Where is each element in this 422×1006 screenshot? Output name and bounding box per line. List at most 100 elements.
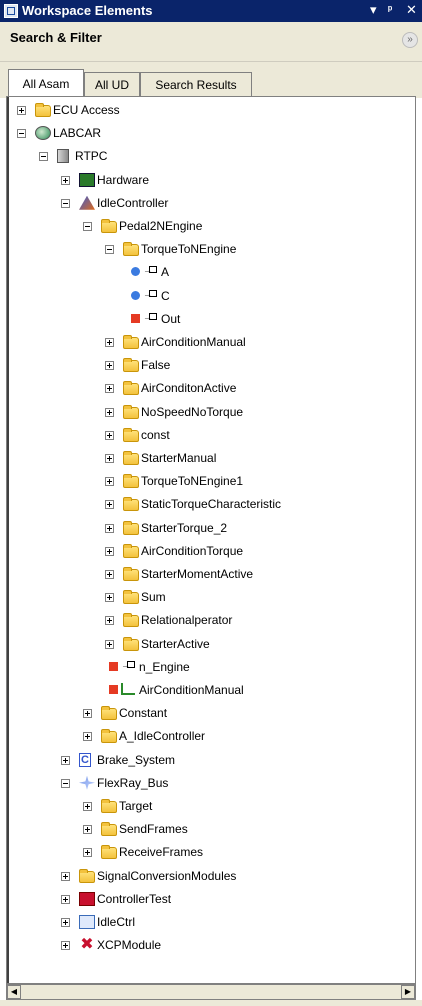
folder-icon	[123, 567, 139, 581]
output-port-icon	[109, 661, 118, 671]
expand-icon[interactable]	[105, 593, 114, 603]
close-icon[interactable]: ✕	[406, 2, 417, 18]
scroll-right-icon[interactable]: ▶	[401, 985, 415, 999]
folder-icon	[123, 520, 139, 535]
bottom-tab-strip	[0, 1000, 422, 1006]
xcp-icon: ✖	[80, 936, 94, 954]
signal-tree-icon	[121, 683, 135, 695]
tree-item-label: A	[161, 265, 170, 280]
tree-item-label: XCPModule	[97, 938, 162, 953]
collapse-icon[interactable]	[17, 129, 26, 139]
tree-item-label: StaticTorqueCharacteristic	[141, 497, 282, 512]
expand-icon[interactable]	[61, 175, 70, 185]
tree-item-label: Brake_System	[97, 752, 176, 767]
collapse-icon[interactable]	[39, 152, 48, 162]
expand-icon[interactable]	[105, 430, 114, 440]
dropdown-icon[interactable]: ▾	[370, 2, 377, 18]
folder-icon	[123, 590, 139, 605]
expand-icon[interactable]	[17, 106, 26, 115]
matlab-icon	[79, 195, 95, 210]
collapse-icon[interactable]	[61, 198, 70, 208]
tree-item-label: IdleController	[97, 195, 169, 210]
tree-item-label: SendFrames	[119, 822, 188, 837]
expand-icon[interactable]	[105, 616, 114, 626]
folder-icon	[123, 404, 139, 419]
hardware-icon	[79, 172, 95, 187]
port-arrow-icon	[143, 265, 157, 275]
search-filter-header[interactable]: Search & Filter »	[0, 22, 422, 62]
collapse-icon[interactable]	[61, 778, 70, 788]
folder-icon	[101, 729, 117, 744]
tab-all-ud[interactable]: All UD	[84, 72, 140, 96]
folder-icon	[79, 868, 95, 883]
tree-item-label: AirConditionManual	[141, 335, 246, 349]
tree-item-label: Relationalperator	[141, 613, 233, 628]
server-icon	[57, 149, 69, 164]
expand-icon[interactable]	[83, 848, 92, 858]
collapse-icon[interactable]	[83, 222, 92, 231]
tree-item-label: RTPC	[75, 149, 108, 164]
expand-icon[interactable]	[83, 802, 92, 811]
folder-icon	[123, 358, 139, 373]
tree-item-label: AirConditionTorque	[141, 543, 244, 558]
expand-icon[interactable]	[83, 732, 92, 742]
tab-strip: All Asam All UD Search Results	[0, 62, 422, 98]
expand-icon[interactable]	[105, 384, 114, 394]
expand-icon[interactable]	[61, 755, 70, 765]
folder-icon	[123, 474, 139, 489]
expand-icon[interactable]	[105, 454, 114, 463]
tree-item-label: Sum	[141, 590, 166, 605]
expand-icon[interactable]	[61, 918, 70, 927]
port-arrow-icon	[121, 660, 135, 670]
tree-item-label: A_IdleController	[119, 729, 206, 744]
tree-item-label: Pedal2NEngine	[119, 219, 203, 233]
input-port-icon	[131, 267, 140, 277]
workspace-tree[interactable]: ECU Access LABCAR RTPC Hardware IdleControll…	[6, 96, 416, 984]
folder-icon	[101, 822, 117, 837]
tree-item-label: StarterMomentActive	[141, 567, 254, 581]
tab-search-results[interactable]: Search Results	[140, 72, 252, 96]
tree-item-label: Hardware	[97, 172, 150, 187]
tree-item-label: n_Engine	[139, 659, 190, 674]
folder-icon	[123, 381, 139, 396]
pin-icon[interactable]: ᵖ	[388, 4, 392, 16]
collapse-icon[interactable]	[105, 245, 114, 255]
tree-item-label: Constant	[119, 706, 168, 721]
tree-item-label: ReceiveFrames	[119, 845, 204, 860]
expand-icon[interactable]	[105, 361, 114, 371]
expand-icon[interactable]	[105, 523, 114, 533]
expand-icon[interactable]	[83, 709, 92, 719]
tree-item-label: NoSpeedNoTorque	[141, 404, 244, 419]
expand-icon[interactable]	[105, 338, 114, 347]
expand-chevron-icon[interactable]: »	[402, 32, 418, 48]
folder-icon	[123, 335, 139, 349]
folder-icon	[101, 706, 117, 721]
tree-item-label: StarterTorque_2	[141, 520, 228, 535]
expand-icon[interactable]	[83, 825, 92, 835]
tree-item-label: AirConditionManual	[139, 683, 244, 697]
tree-item-label: ECU Access	[53, 103, 120, 117]
expand-icon[interactable]	[61, 894, 70, 904]
expand-icon[interactable]	[105, 500, 114, 510]
horizontal-scrollbar[interactable]: ◀ ▶	[6, 984, 416, 1000]
panel-titlebar: Workspace Elements ▾ ᵖ ✕	[0, 0, 422, 22]
expand-icon[interactable]	[61, 941, 70, 951]
folder-icon	[101, 845, 117, 860]
labcar-icon	[35, 126, 51, 141]
tree-item-label: Out	[161, 311, 181, 326]
tab-all-asam[interactable]: All Asam	[8, 69, 84, 98]
mail-icon	[79, 915, 95, 929]
port-arrow-icon	[143, 289, 157, 299]
expand-icon[interactable]	[61, 871, 70, 881]
expand-icon[interactable]	[105, 570, 114, 579]
tree-item-label: FlexRay_Bus	[97, 775, 169, 790]
expand-icon[interactable]	[105, 546, 114, 556]
expand-icon[interactable]	[105, 407, 114, 417]
tree-item-label: TorqueToNEngine1	[141, 474, 244, 489]
folder-icon	[101, 219, 117, 233]
expand-icon[interactable]	[105, 477, 114, 487]
expand-icon[interactable]	[105, 639, 114, 649]
controller-test-icon	[79, 891, 95, 906]
scroll-left-icon[interactable]: ◀	[7, 985, 21, 999]
tree-item-label: C	[161, 288, 170, 303]
